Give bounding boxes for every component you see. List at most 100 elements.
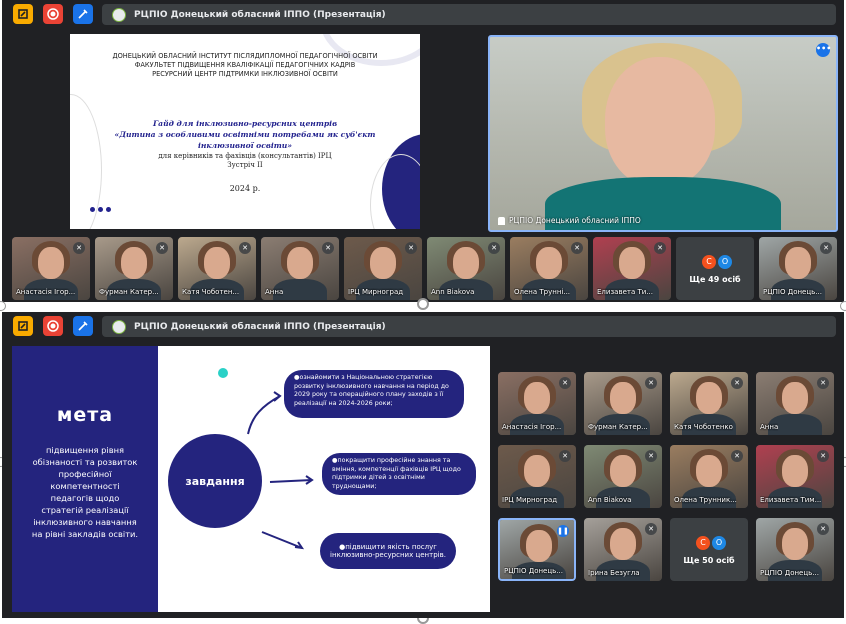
meeting-title: РЦПІО Донецький обласний ІППО (Презентац…	[134, 321, 386, 332]
slide-title: Гайд для інклюзивно-ресурсних центрів «Д…	[114, 119, 376, 150]
participant-tile[interactable]: ✕ Елизавета Ти...	[593, 237, 671, 300]
participant-name: РЦПІО Донець...	[763, 288, 822, 296]
participant-tile[interactable]: ✕ Фурман Катер...	[95, 237, 173, 300]
task-pill-2: ●покращити професійне знання та вміння, …	[322, 453, 476, 495]
edit-button[interactable]	[73, 316, 93, 336]
participant-tile[interactable]: ✕ Катя Чоботен...	[178, 237, 256, 300]
video-frame	[121, 247, 147, 279]
organization-logo-icon	[112, 7, 126, 22]
participant-tile[interactable]: ✕ Анна	[756, 372, 834, 435]
meeting-title: РЦПІО Донецький обласний ІППО (Презентац…	[134, 9, 386, 20]
avatar-group: СО	[695, 535, 727, 551]
speaker-name-label: РЦПІО Донецький обласний ІППО	[498, 216, 641, 225]
participant-tile[interactable]: ✕ Ann Biakova	[584, 445, 662, 508]
slide-subtitle: для керівників та фахівців (консультанті…	[158, 152, 332, 169]
more-participants-count: Ще 50 осіб	[683, 556, 735, 565]
whiteboard-button[interactable]	[13, 316, 33, 336]
edit-button[interactable]	[73, 4, 93, 24]
mic-off-icon: ✕	[645, 450, 657, 462]
participant-tile[interactable]: ✕ ІРЦ Мирноград	[498, 445, 576, 508]
video-frame	[696, 455, 722, 487]
video-frame	[287, 247, 313, 279]
video-frame	[782, 455, 808, 487]
participant-tile[interactable]: ✕ Ann Biakova	[427, 237, 505, 300]
participant-tile[interactable]: ❚❚ РЦПІО Донець...	[498, 518, 576, 581]
top-toolbar: РЦПІО Донецький обласний ІППО (Презентац…	[2, 312, 844, 340]
participant-tile[interactable]: ✕ РЦПІО Донець...	[759, 237, 837, 300]
mic-off-icon: ✕	[645, 523, 657, 535]
video-frame	[785, 247, 811, 279]
mic-off-icon: ✕	[820, 242, 832, 254]
edit-icon	[78, 9, 88, 19]
participant-tile[interactable]: ✕ Анастасія Ігор...	[498, 372, 576, 435]
resize-handle[interactable]	[417, 298, 429, 310]
participant-name: ІРЦ Мирноград	[502, 496, 558, 504]
participant-name: Олена Трунні...	[514, 288, 571, 296]
participant-tile[interactable]: ✕ Анна	[261, 237, 339, 300]
pen-icon	[18, 9, 28, 19]
video-frame	[370, 247, 396, 279]
video-frame	[610, 382, 636, 414]
edit-icon	[78, 321, 88, 331]
whiteboard-button[interactable]	[13, 4, 33, 24]
participant-tile[interactable]: ✕ Олена Трунник...	[670, 445, 748, 508]
participant-name: Елизавета Ти...	[597, 288, 653, 296]
pin-icon	[498, 216, 505, 225]
meeting-title-bar: РЦПІО Донецький обласний ІППО (Презентац…	[102, 4, 836, 25]
video-frame	[605, 57, 715, 187]
mic-off-icon: ✕	[73, 242, 85, 254]
more-participants-tile[interactable]: С О Ще 50 осіб	[670, 518, 748, 581]
mic-off-icon: ✕	[654, 242, 666, 254]
participant-name: Елизавета Тим...	[760, 496, 822, 504]
mic-off-icon: ✕	[817, 377, 829, 389]
record-icon	[47, 8, 59, 20]
participant-tile[interactable]: ✕ Олена Трунні...	[510, 237, 588, 300]
participant-tile[interactable]: ✕ Фурман Катер...	[584, 372, 662, 435]
mic-off-icon: ✕	[156, 242, 168, 254]
participant-tile[interactable]: ✕ Ірина Безугла	[584, 518, 662, 581]
mic-off-icon: ✕	[239, 242, 251, 254]
participant-name: Анастасія Ігор...	[502, 423, 562, 431]
participant-tile[interactable]: ✕ Анастасія Ігор...	[12, 237, 90, 300]
mic-off-icon: ✕	[559, 377, 571, 389]
participant-name: РЦПІО Донець...	[504, 567, 563, 575]
more-options-icon[interactable]: •••	[816, 43, 831, 57]
record-button[interactable]	[43, 4, 63, 24]
video-frame	[524, 455, 550, 487]
participant-name: Ann Biakova	[588, 496, 632, 504]
slide-year: 2024 р.	[229, 184, 261, 193]
video-frame	[610, 528, 636, 560]
video-frame	[619, 247, 645, 279]
video-frame	[204, 247, 230, 279]
mic-off-icon: ✕	[817, 450, 829, 462]
task-pill-3: ●підвищити якість послуг інклюзивно-ресу…	[320, 533, 456, 569]
pen-icon	[18, 321, 28, 331]
presentation-slide: мета підвищення рівня обізнаності та роз…	[12, 346, 490, 612]
participant-tile[interactable]: ✕ Елизавета Тим...	[756, 445, 834, 508]
video-frame	[453, 247, 479, 279]
mic-off-icon: ✕	[731, 450, 743, 462]
avatar: С	[695, 535, 711, 551]
video-frame	[524, 382, 550, 414]
avatar: О	[711, 535, 727, 551]
more-participants-tile[interactable]: С О Ще 49 осіб	[676, 237, 754, 300]
video-frame	[526, 530, 552, 562]
record-button[interactable]	[43, 316, 63, 336]
participant-tile[interactable]: ✕ ІРЦ Мирноград	[344, 237, 422, 300]
video-frame	[782, 382, 808, 414]
speaker-tile[interactable]: ••• РЦПІО Донецький обласний ІППО	[488, 35, 838, 232]
task-pill-1: ●ознайомити з Національною стратегією ро…	[284, 370, 464, 418]
meeting-window-top: РЦПІО Донецький обласний ІППО (Презентац…	[2, 0, 844, 302]
meeting-window-bottom: РЦПІО Донецький обласний ІППО (Презентац…	[2, 312, 844, 618]
mic-off-icon: ✕	[817, 523, 829, 535]
participant-tile[interactable]: ✕ Катя Чоботенко	[670, 372, 748, 435]
avatar: О	[717, 254, 733, 270]
resize-handle[interactable]	[840, 301, 846, 311]
participant-name: РЦПІО Донець...	[760, 569, 819, 577]
video-frame	[610, 455, 636, 487]
participant-tile[interactable]: ✕ РЦПІО Донець...	[756, 518, 834, 581]
meeting-title-bar: РЦПІО Донецький обласний ІППО (Презентац…	[102, 316, 836, 337]
participant-name: Фурман Катер...	[99, 288, 159, 296]
participant-name: Олена Трунник...	[674, 496, 737, 504]
presentation-slide: ДОНЕЦЬКИЙ ОБЛАСНИЙ ІНСТИТУТ ПІСЛЯДИПЛОМН…	[70, 34, 420, 229]
